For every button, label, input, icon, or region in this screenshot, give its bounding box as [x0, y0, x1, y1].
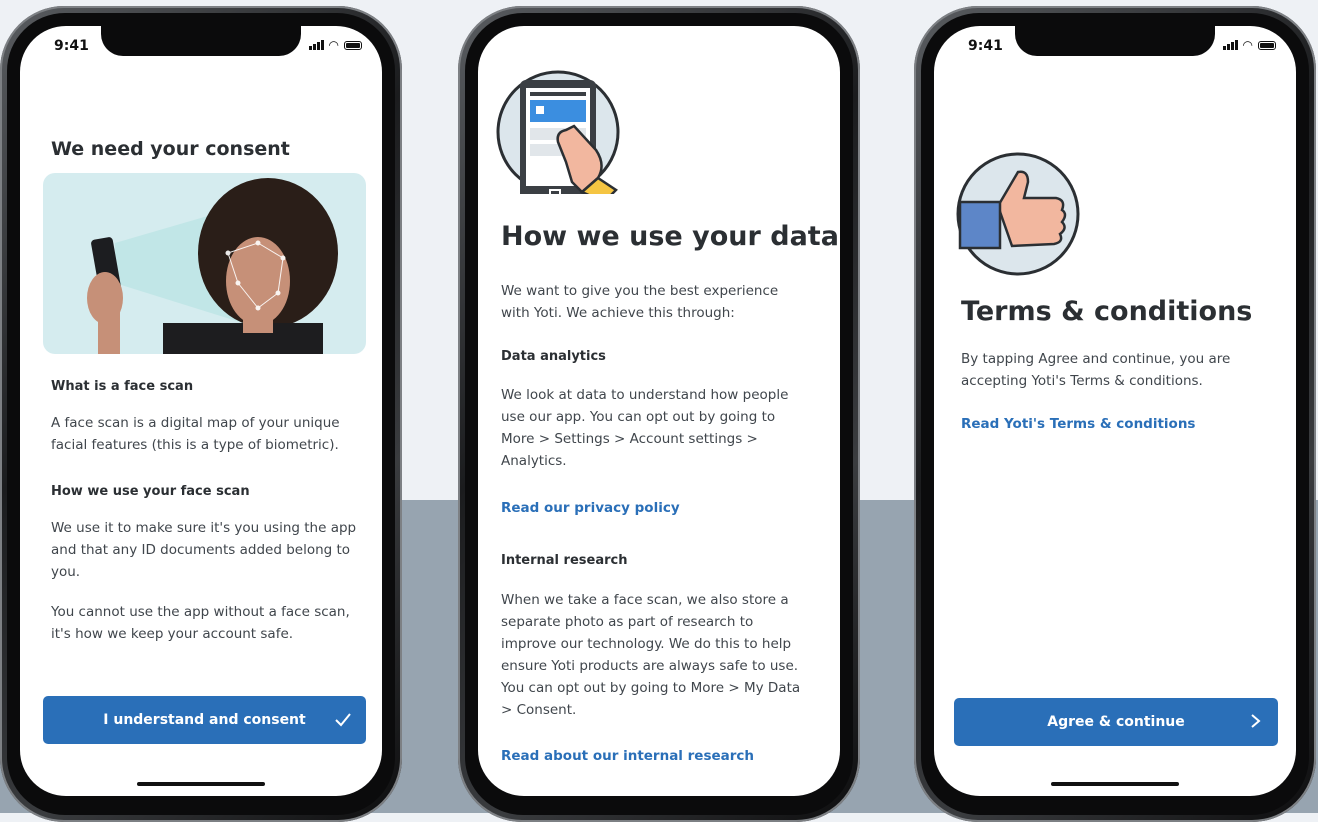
- section-title-analytics: Data analytics: [501, 349, 606, 364]
- phone-tap-illustration: [496, 70, 620, 194]
- section-title-use-face-scan: How we use your face scan: [51, 484, 250, 499]
- status-time: 9:41: [54, 38, 89, 54]
- terms-link[interactable]: Read Yoti's Terms & conditions: [961, 416, 1195, 432]
- thumbs-up-illustration: [956, 152, 1080, 276]
- wifi-icon: ◠: [328, 38, 339, 52]
- agree-continue-button[interactable]: Agree & continue: [954, 698, 1278, 746]
- terms-body: By tapping Agree and continue, you are a…: [961, 351, 1231, 389]
- battery-icon: [1258, 40, 1276, 50]
- section-title-research: Internal research: [501, 553, 628, 568]
- phone-data-usage: How we use your data We want to give you…: [458, 6, 860, 822]
- phone-consent: 9:41 ◠ We need your consent What is a fa…: [0, 6, 402, 822]
- consent-button[interactable]: I understand and consent: [43, 696, 366, 744]
- screen-consent: 9:41 ◠ We need your consent What is a fa…: [20, 26, 382, 796]
- wifi-icon: ◠: [1242, 38, 1253, 52]
- signal-icon: [1222, 40, 1238, 50]
- intro-text: We want to give you the best experience …: [501, 283, 779, 321]
- section-title-face-scan: What is a face scan: [51, 379, 194, 394]
- section-body-research: When we take a face scan, we also store …: [501, 592, 801, 718]
- section-body-account-safe: You cannot use the app without a face sc…: [51, 604, 350, 642]
- section-body-use-face-scan: We use it to make sure it's you using th…: [51, 520, 357, 580]
- status-icons: ◠: [1222, 38, 1276, 52]
- status-icons: ◠: [308, 38, 362, 52]
- signal-icon: [308, 40, 324, 50]
- status-time: 9:41: [968, 38, 1003, 54]
- home-indicator: [137, 782, 265, 786]
- privacy-policy-link[interactable]: Read our privacy policy: [501, 500, 680, 516]
- section-body-analytics: We look at data to understand how people…: [501, 387, 789, 469]
- page-title: We need your consent: [51, 138, 290, 160]
- notch: [101, 26, 301, 56]
- screen-data-usage: How we use your data We want to give you…: [478, 26, 840, 796]
- page-title: How we use your data: [501, 221, 839, 252]
- chevron-right-icon: [1251, 714, 1261, 728]
- page-title: Terms & conditions: [961, 296, 1253, 327]
- phone-terms: 9:41 ◠ Terms & conditions By tapping Agr…: [914, 6, 1316, 822]
- notch: [1015, 26, 1215, 56]
- home-indicator: [1051, 782, 1179, 786]
- checkmark-icon: [335, 713, 351, 727]
- agree-button-label: Agree & continue: [1047, 714, 1185, 730]
- internal-research-link[interactable]: Read about our internal research: [501, 748, 754, 764]
- battery-icon: [344, 40, 362, 50]
- consent-button-label: I understand and consent: [103, 712, 306, 728]
- face-scan-illustration: [43, 173, 366, 354]
- screen-terms: 9:41 ◠ Terms & conditions By tapping Agr…: [934, 26, 1296, 796]
- section-body-face-scan: A face scan is a digital map of your uni…: [51, 415, 340, 453]
